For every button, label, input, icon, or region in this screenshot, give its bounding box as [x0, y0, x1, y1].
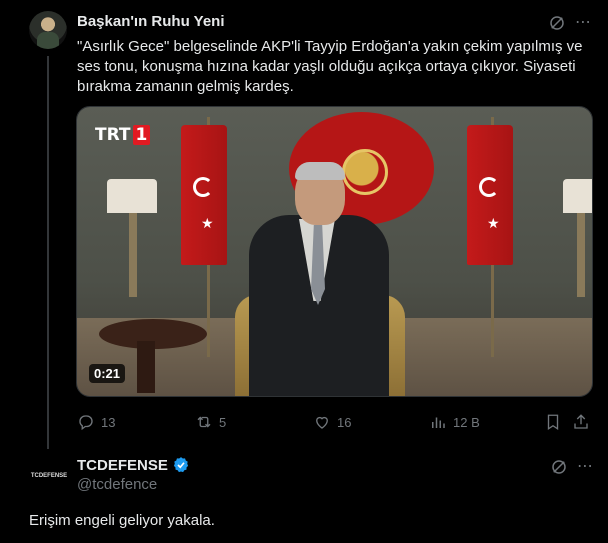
grok-icon[interactable] [548, 14, 566, 32]
views-button[interactable]: 12 B [429, 411, 480, 433]
analytics-icon [432, 417, 445, 428]
bookmark-button[interactable] [544, 411, 568, 433]
repost-count: 5 [219, 414, 227, 430]
like-button[interactable]: 16 [313, 411, 351, 433]
author-handle[interactable]: @tcdefence [77, 476, 157, 493]
verified-badge-icon[interactable] [172, 456, 190, 474]
flag: ★ [467, 125, 513, 265]
grok-icon[interactable] [550, 458, 568, 476]
avatar[interactable] [29, 11, 67, 49]
view-count: 12 B [453, 414, 480, 430]
share-button[interactable] [572, 411, 596, 433]
tcdefense-logo: TCDEFENSE [30, 473, 68, 479]
share-icon [574, 414, 588, 429]
lamp [107, 179, 157, 213]
heart-icon [316, 416, 328, 429]
video-duration: 0:21 [89, 364, 126, 383]
repost-icon [197, 416, 211, 428]
broadcaster-logo: TRT 1 [95, 125, 151, 145]
author-name-row[interactable]: TCDEFENSE [77, 456, 190, 474]
flag: ★ [181, 125, 227, 265]
reply-text: Erişim engeli geliyor yakala. [29, 512, 215, 529]
reply-count: 13 [101, 414, 116, 430]
like-count: 16 [337, 414, 352, 430]
more-icon[interactable]: ⋯ [577, 456, 594, 476]
tweet-text: "Asırlık Gece" belgeselinde AKP'li Tayyi… [77, 38, 583, 95]
avatar[interactable]: TCDEFENSE [30, 457, 68, 495]
video-player[interactable]: ★ ★ TRT 1 0:21 [76, 106, 593, 397]
tweet-actions: 13 5 16 12 B [77, 411, 592, 433]
bookmark-icon [547, 414, 559, 431]
reply-button[interactable]: 13 [77, 411, 115, 433]
lamp [563, 179, 592, 213]
author-name[interactable]: TCDEFENSE [77, 457, 168, 474]
more-icon[interactable]: ⋯ [575, 12, 592, 32]
thread-line [47, 56, 49, 449]
author-name[interactable]: Başkan'ın Ruhu Yeni [77, 13, 225, 30]
repost-button[interactable]: 5 [195, 411, 226, 433]
reply-icon [79, 415, 93, 431]
